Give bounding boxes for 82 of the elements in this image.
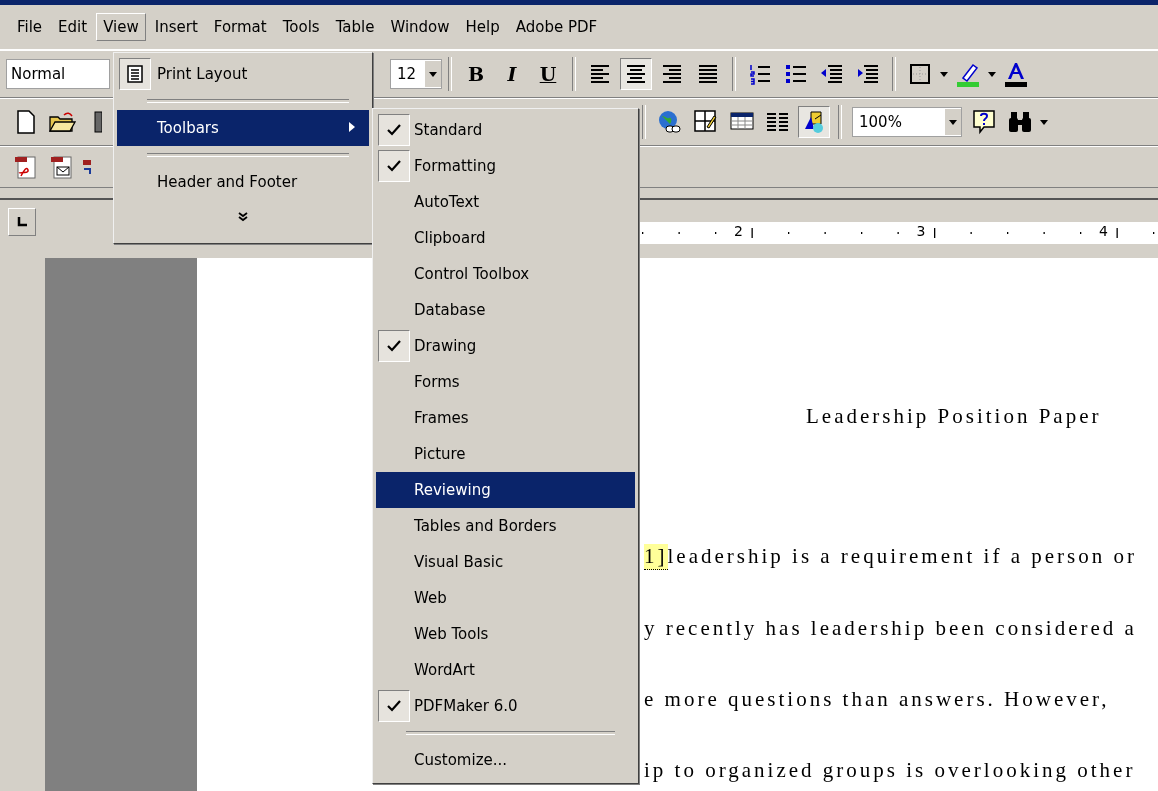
- menu-item[interactable]: Tables and Borders: [376, 508, 635, 544]
- menu-item[interactable]: Drawing: [376, 328, 635, 364]
- bullet-list-icon: [784, 62, 808, 86]
- justify-icon: [696, 62, 720, 86]
- menu-item[interactable]: Web Tools: [376, 616, 635, 652]
- menu-item[interactable]: Adobe PDF: [508, 13, 605, 41]
- hyperlink-globe-icon: [657, 109, 683, 135]
- menu-item[interactable]: Database: [376, 292, 635, 328]
- underline-button[interactable]: U: [532, 58, 564, 90]
- paragraph-text-line: ip to organized groups is overlooking other: [644, 758, 1136, 783]
- document-title: Leadership Position Paper: [806, 404, 1103, 430]
- menu-item[interactable]: Clipboard: [376, 220, 635, 256]
- ruler-number: 2: [734, 223, 743, 239]
- help-icon: [972, 109, 996, 135]
- align-center-icon: [624, 62, 648, 86]
- align-right-icon: [660, 62, 684, 86]
- menu-item[interactable]: PDFMaker 6.0: [376, 688, 635, 724]
- pdf-email-icon: [49, 154, 75, 180]
- new-document-icon: [15, 110, 37, 134]
- dropdown-arrow-icon: [940, 71, 948, 77]
- menu-item[interactable]: Toolbars: [117, 110, 369, 146]
- menu-item[interactable]: Table: [328, 13, 382, 41]
- font-size-dropdown[interactable]: 12: [390, 59, 442, 89]
- menu-item[interactable]: Print Layout: [117, 56, 369, 92]
- menu-item[interactable]: Customize...: [376, 742, 635, 778]
- drawing-shapes-button[interactable]: [798, 106, 830, 138]
- menu-item[interactable]: Header and Footer: [117, 164, 369, 200]
- ruler-number: 4: [1099, 223, 1108, 239]
- highlighter-icon: [955, 61, 981, 87]
- left-tab-icon: [17, 217, 27, 227]
- ruler-number: 3: [916, 223, 926, 239]
- menu-item[interactable]: Window: [383, 13, 457, 41]
- pdf-icon: [83, 160, 91, 174]
- menu-item[interactable]: Edit: [51, 13, 95, 41]
- paragraph-text-line: leadership is a requirement if a person or: [667, 544, 1137, 569]
- page-layout-icon: [126, 65, 144, 83]
- style-dropdown[interactable]: Normal: [6, 59, 110, 89]
- menu-item[interactable]: View: [96, 13, 146, 41]
- toolbar-options-icon: [1040, 119, 1048, 125]
- menu-item[interactable]: Picture: [376, 436, 635, 472]
- paragraph-text-line: y recently has leadership been considered a: [644, 616, 1137, 641]
- menu-item[interactable]: Format: [206, 13, 274, 41]
- font-color-icon: [1003, 61, 1029, 87]
- menu-item[interactable]: Forms: [376, 364, 635, 400]
- menu-item[interactable]: Web: [376, 580, 635, 616]
- dropdown-arrow-icon: [949, 119, 957, 125]
- check-mark-icon: [387, 160, 401, 172]
- menu-item[interactable]: Frames: [376, 400, 635, 436]
- bold-button[interactable]: B: [460, 58, 492, 90]
- border-icon: [908, 62, 932, 86]
- menu-item[interactable]: Insert: [147, 13, 205, 41]
- table-pencil-icon: [693, 109, 719, 135]
- numbered-list-icon: [748, 62, 772, 86]
- dropdown-arrow-icon: [988, 71, 996, 77]
- menu-item[interactable]: Visual Basic: [376, 544, 635, 580]
- menu-item[interactable]: AutoText: [376, 184, 635, 220]
- menu-item[interactable]: Standard: [376, 112, 635, 148]
- dropdown-arrow-icon: [429, 71, 437, 77]
- increase-indent-icon: [856, 62, 880, 86]
- check-mark-icon: [387, 124, 401, 136]
- paragraph-text-line: e more questions than answers. However,: [644, 687, 1110, 712]
- submenu-arrow-icon: [349, 122, 355, 132]
- check-mark-icon: [387, 340, 401, 352]
- align-left-icon: [588, 62, 612, 86]
- menu-item[interactable]: Reviewing: [376, 472, 635, 508]
- menu-item[interactable]: File: [10, 13, 50, 41]
- expand-chevron-icon: [238, 212, 248, 222]
- menu-item[interactable]: WordArt: [376, 652, 635, 688]
- menu-item[interactable]: Formatting: [376, 148, 635, 184]
- binoculars-icon: [1007, 110, 1033, 134]
- decrease-indent-icon: [820, 62, 844, 86]
- comment-marker[interactable]: 1]: [644, 544, 668, 570]
- italic-button[interactable]: I: [496, 58, 528, 90]
- menu-item[interactable]: Tools: [275, 13, 327, 41]
- menu-item[interactable]: Help: [458, 13, 507, 41]
- pdf-document-icon: [13, 154, 39, 180]
- align-center-button[interactable]: [620, 58, 652, 90]
- zoom-dropdown[interactable]: 100%: [852, 107, 962, 137]
- tab-stop-selector[interactable]: [8, 208, 36, 236]
- menu-item[interactable]: Control Toolbox: [376, 256, 635, 292]
- check-mark-icon: [387, 700, 401, 712]
- open-folder-icon: [48, 110, 76, 134]
